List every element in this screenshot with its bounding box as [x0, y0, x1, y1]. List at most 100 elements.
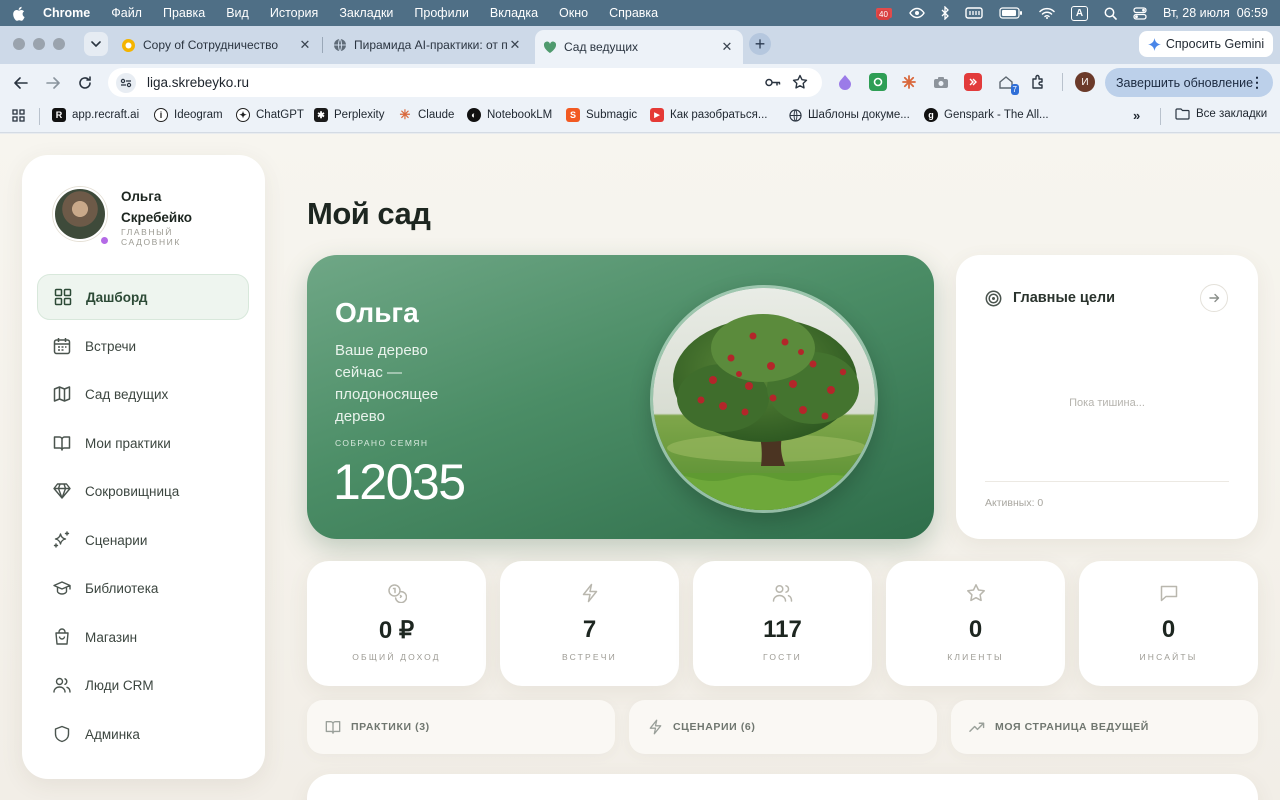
window-close-button[interactable]	[13, 38, 25, 50]
menubar-file[interactable]: Файл	[111, 6, 142, 20]
tab-search-button[interactable]	[84, 32, 108, 56]
tree-hero-card: Ольга Ваше дерево сейчас — плодоносящее …	[307, 255, 934, 539]
red-extension-icon[interactable]	[964, 73, 982, 91]
claude-extension-icon[interactable]	[900, 73, 918, 91]
memory-icon[interactable]	[965, 7, 983, 19]
sidebar-item-scenarios[interactable]: Сценарии	[37, 517, 249, 563]
close-icon[interactable]: ✕	[719, 39, 735, 55]
apple-icon[interactable]	[12, 6, 25, 21]
url-text[interactable]: liga.skrebeyko.ru	[147, 75, 249, 90]
sidebar-item-label: Дашборд	[86, 289, 148, 305]
sidebar-item-practices[interactable]: Мои практики	[37, 420, 249, 466]
stat-card-clients[interactable]: 0 КЛИЕНТЫ	[886, 561, 1065, 686]
bookmark-genspark[interactable]: g Genspark - The All...	[924, 108, 1049, 122]
goals-active-count: Активных: 0	[985, 497, 1044, 509]
purple-extension-icon[interactable]	[836, 73, 854, 91]
bookmark-perplexity[interactable]: ✱ Perplexity	[314, 108, 385, 122]
stat-card-insights[interactable]: 0 ИНСАЙТЫ	[1079, 561, 1258, 686]
green-extension-icon[interactable]	[869, 73, 887, 91]
sidebar-item-label: Сад ведущих	[85, 386, 169, 402]
seeds-label: СОБРАНО СЕМЯН	[335, 438, 429, 448]
shopping-bag-icon	[52, 627, 72, 647]
menubar-edit[interactable]: Правка	[163, 6, 205, 20]
sidebar-item-treasury[interactable]: Сокровищница	[37, 468, 249, 514]
menubar-app-name[interactable]: Chrome	[43, 6, 90, 20]
tab-garden-leaders[interactable]: Сад ведущих ✕	[535, 30, 743, 64]
bookmark-star-icon[interactable]	[792, 74, 808, 90]
window-zoom-button[interactable]	[53, 38, 65, 50]
bluetooth-icon[interactable]	[941, 6, 949, 20]
menubar-profiles[interactable]: Профили	[414, 6, 468, 20]
tab-divider	[322, 37, 323, 53]
sidebar-item-label: Админка	[85, 726, 140, 742]
all-bookmarks-button[interactable]: Все закладки	[1175, 108, 1267, 120]
close-icon[interactable]: ✕	[297, 37, 313, 53]
input-source-icon[interactable]: A	[1071, 5, 1089, 21]
menubar-window[interactable]: Окно	[559, 6, 588, 20]
apps-grid-icon[interactable]	[12, 109, 25, 122]
bookmark-chatgpt[interactable]: ✦ ChatGPT	[236, 108, 304, 122]
stat-value: 7	[582, 616, 597, 643]
sidebar: Ольга Скребейко Главный садовник Дашборд…	[22, 155, 265, 779]
bookmark-recraft[interactable]: Rapp.recraft.ai	[52, 108, 139, 122]
goals-open-button[interactable]	[1200, 284, 1228, 312]
leader-page-link[interactable]: МОЯ СТРАНИЦА ВЕДУЩЕЙ	[951, 700, 1258, 754]
ask-gemini-button[interactable]: Спросить Gemini	[1139, 31, 1273, 57]
scenarios-link[interactable]: СЦЕНАРИИ (6)	[629, 700, 937, 754]
users-icon	[693, 583, 872, 603]
sidebar-item-shop[interactable]: Магазин	[37, 614, 249, 660]
globe-favicon-icon	[333, 38, 347, 52]
tab-ai-pyramid[interactable]: Пирамида AI-практики: от п ✕	[325, 31, 531, 59]
spotlight-search-icon[interactable]	[1104, 7, 1117, 20]
more-menu-icon[interactable]: ⋮	[1250, 74, 1264, 91]
new-tab-button[interactable]: +	[749, 33, 771, 55]
bookmarks-overflow-icon[interactable]: »	[1133, 108, 1140, 123]
graduation-cap-icon	[52, 578, 72, 598]
battery-icon[interactable]	[999, 7, 1023, 19]
close-icon[interactable]: ✕	[507, 37, 523, 53]
password-key-icon[interactable]	[764, 74, 781, 91]
bookmark-notebooklm[interactable]: ◐ NotebookLM	[467, 108, 552, 122]
back-button[interactable]	[11, 73, 31, 93]
sidebar-item-label: Сценарии	[85, 532, 148, 548]
bookmark-submagic[interactable]: S Submagic	[566, 108, 637, 122]
window-minimize-button[interactable]	[33, 38, 45, 50]
wifi-icon[interactable]	[1039, 7, 1055, 19]
notification-tray-icon[interactable]: 40	[875, 6, 893, 20]
tab-copy-cooperation[interactable]: Copy of Сотрудничество ✕	[113, 31, 321, 59]
stat-card-income[interactable]: 0 ₽ ОБЩИЙ ДОХОД	[307, 561, 486, 686]
sidebar-item-meetings[interactable]: Встречи	[37, 323, 249, 369]
avatar[interactable]	[53, 187, 107, 241]
menubar-bookmarks[interactable]: Закладки	[339, 6, 393, 20]
practices-link[interactable]: ПРАКТИКИ (3)	[307, 700, 615, 754]
menubar-view[interactable]: Вид	[226, 6, 249, 20]
menubar-history[interactable]: История	[270, 6, 318, 20]
forward-button[interactable]	[43, 73, 63, 93]
sidebar-item-library[interactable]: Библиотека	[37, 565, 249, 611]
sidebar-item-garden[interactable]: Сад ведущих	[37, 371, 249, 417]
home-extension-icon[interactable]: 7	[997, 73, 1019, 95]
stat-card-guests[interactable]: 117 ГОСТИ	[693, 561, 872, 686]
sidebar-item-crm[interactable]: Люди CRM	[37, 662, 249, 708]
sidebar-item-label: Встречи	[85, 338, 137, 354]
puzzle-extensions-icon[interactable]	[1029, 73, 1047, 91]
reload-button[interactable]	[75, 73, 95, 93]
camera-extension-icon[interactable]	[932, 73, 950, 91]
finish-update-button[interactable]: Завершить обновление ⋮	[1105, 68, 1273, 97]
profile-avatar[interactable]: И	[1075, 72, 1095, 92]
page-content: Ольга Скребейко Главный садовник Дашборд…	[0, 134, 1280, 800]
sidebar-item-admin[interactable]: Админка	[37, 711, 249, 757]
site-settings-icon[interactable]	[116, 72, 136, 93]
bookmark-templates[interactable]: Шаблоны докуме...	[788, 108, 910, 122]
bookmark-youtube[interactable]: ▶ Как разобраться...	[650, 108, 767, 122]
menubar-tab[interactable]: Вкладка	[490, 6, 538, 20]
address-bar[interactable]: liga.skrebeyko.ru	[108, 68, 822, 97]
bookmark-ideogram[interactable]: i Ideogram	[154, 108, 223, 122]
bookmark-claude[interactable]: ✳ Claude	[398, 107, 455, 122]
menubar-help[interactable]: Справка	[609, 6, 658, 20]
eye-icon[interactable]	[909, 7, 925, 19]
sidebar-item-dashboard[interactable]: Дашборд	[37, 274, 249, 320]
menubar-clock[interactable]: Вт, 28 июля 06:59	[1163, 6, 1268, 20]
control-center-icon[interactable]	[1133, 6, 1147, 20]
stat-card-meetings[interactable]: 7 ВСТРЕЧИ	[500, 561, 679, 686]
